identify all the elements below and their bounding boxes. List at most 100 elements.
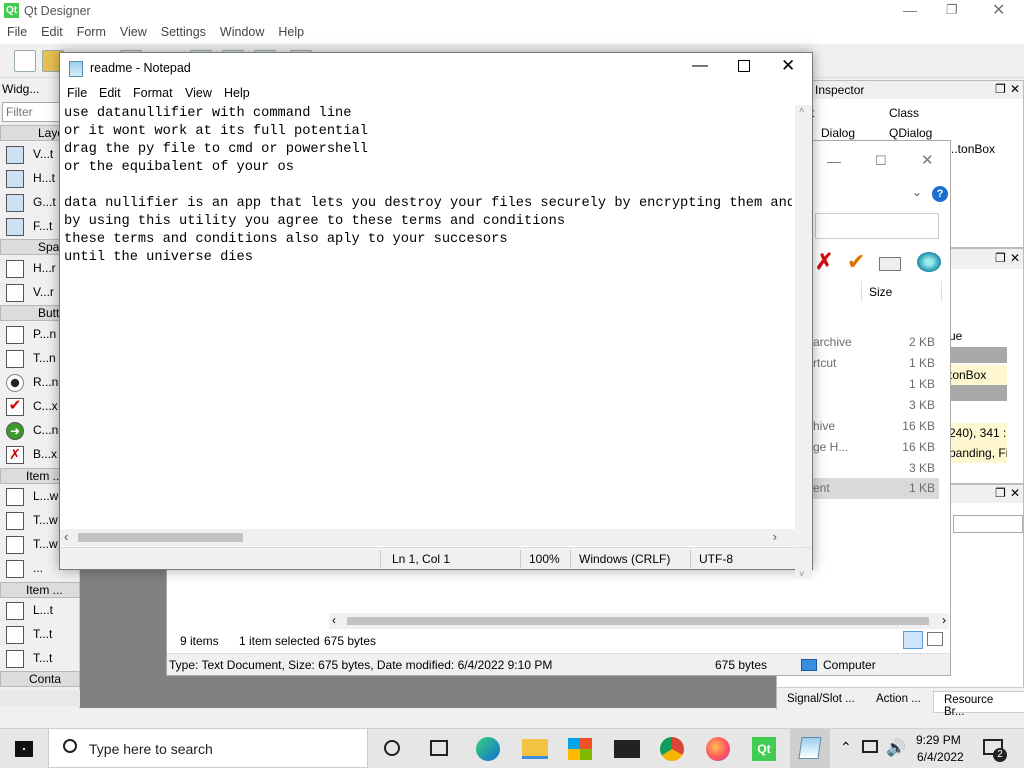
notepad-status-bar: Ln 1, Col 1 100% Windows (CRLF) UTF-8 xyxy=(60,547,812,569)
properties-globe-icon[interactable] xyxy=(917,252,941,272)
qt-menu-file[interactable]: File xyxy=(0,22,34,42)
windows-start-icon[interactable] xyxy=(15,741,33,757)
qt-maximize-button[interactable]: ❐ xyxy=(946,2,958,18)
clock-date[interactable]: 6/4/2022 xyxy=(917,750,964,764)
notepad-title: readme - Notepad xyxy=(90,61,191,75)
chrome-icon[interactable] xyxy=(660,737,684,761)
qt-close-button[interactable]: ✕ xyxy=(992,0,1005,20)
button-box-icon: ✗ xyxy=(6,446,24,464)
notepad-vertical-scrollbar[interactable]: ˄ ˅ xyxy=(795,105,812,579)
explorer-maximize-button[interactable]: ☐ xyxy=(875,153,887,169)
multitask-icon[interactable] xyxy=(430,740,448,756)
file-row-selected[interactable]: ent 1 KB xyxy=(811,478,939,499)
form-layout-icon xyxy=(6,218,24,236)
qt-menu-settings[interactable]: Settings xyxy=(154,22,213,42)
object-inspector-header: Inspector ❐ ✕ xyxy=(777,81,1023,99)
explorer-hscroll[interactable]: ‹ › xyxy=(329,613,949,629)
file-row[interactable]: hive 16 KB xyxy=(811,417,939,437)
qt-menu-bar: File Edit Form View Settings Window Help xyxy=(0,22,1024,44)
vertical-layout-icon xyxy=(6,146,24,164)
notepad-menu-bar: File Edit Format View Help xyxy=(60,83,812,105)
large-icons-view-icon[interactable] xyxy=(927,632,943,646)
tree-view-icon xyxy=(6,512,24,530)
explorer-minimize-button[interactable]: — xyxy=(827,153,841,169)
command-link-icon: ➜ xyxy=(6,422,24,440)
qt-menu-window[interactable]: Window xyxy=(213,22,271,42)
help-icon[interactable]: ? xyxy=(932,186,948,202)
close-icon[interactable]: ✕ xyxy=(1010,82,1020,96)
file-type: hive xyxy=(813,419,836,433)
category-item-widgets[interactable]: Item ... xyxy=(0,582,80,598)
file-row[interactable]: archive 2 KB xyxy=(811,333,939,353)
explorer-search-input[interactable] xyxy=(815,213,939,239)
menu-view[interactable]: View xyxy=(185,86,212,100)
float-icon[interactable]: ❐ xyxy=(995,251,1006,265)
chevron-up-icon[interactable]: ⌃ xyxy=(840,739,852,756)
qt-minimize-button[interactable]: — xyxy=(903,2,917,18)
radio-button-icon xyxy=(6,374,24,392)
qt-menu-view[interactable]: View xyxy=(113,22,154,42)
notepad-close-button[interactable]: ✕ xyxy=(781,56,795,76)
menu-edit[interactable]: Edit xyxy=(99,86,121,100)
notepad-maximize-button[interactable] xyxy=(738,60,750,72)
taskbar-search-box[interactable]: Type here to search xyxy=(48,728,368,768)
tool-button-icon xyxy=(6,350,24,368)
category-containers[interactable]: Conta xyxy=(0,671,80,687)
task-view-icon[interactable] xyxy=(384,740,400,756)
notepad-minimize-button[interactable]: — xyxy=(692,57,708,75)
property-value[interactable]: tonBox xyxy=(947,365,1007,385)
menu-format[interactable]: Format xyxy=(133,86,173,100)
checkmark-icon[interactable]: ✔ xyxy=(847,249,865,275)
qt-logo-icon: Qt xyxy=(4,3,19,18)
widget-tree-widget[interactable]: T...t xyxy=(0,623,80,647)
close-icon[interactable]: ✕ xyxy=(1010,251,1020,265)
widget-table-widget[interactable]: T...t xyxy=(0,647,80,671)
property-value[interactable]: panding, Fi xyxy=(947,443,1007,463)
qt-menu-edit[interactable]: Edit xyxy=(34,22,70,42)
details-view-icon[interactable] xyxy=(903,631,923,649)
object-row-dialog[interactable]: Dialog xyxy=(821,126,855,140)
tab-signal-slot[interactable]: Signal/Slot ... xyxy=(787,693,855,705)
widget-box-hscroll[interactable] xyxy=(0,690,80,706)
qt-menu-form[interactable]: Form xyxy=(70,22,113,42)
clock-time[interactable]: 9:29 PM xyxy=(916,733,961,747)
file-row[interactable]: ge H... 16 KB xyxy=(811,438,939,458)
explorer-close-button[interactable]: ✕ xyxy=(921,151,934,169)
widget-list-widget[interactable]: L...t xyxy=(0,599,80,623)
file-size: 2 KB xyxy=(908,335,935,349)
notepad-horizontal-scrollbar[interactable]: ‹ › xyxy=(60,529,797,546)
col-class: Class xyxy=(889,106,920,120)
column-view-icon xyxy=(6,560,24,578)
property-value[interactable]: 240), 341 : xyxy=(947,423,1007,443)
tab-resource-browser[interactable]: Resource Br... xyxy=(933,691,1024,718)
selected-size: 675 bytes xyxy=(324,634,377,648)
size-column-header[interactable]: Size xyxy=(869,285,892,299)
volume-icon[interactable]: 🔊 xyxy=(886,738,906,758)
float-icon[interactable]: ❐ xyxy=(995,486,1006,500)
store-icon[interactable] xyxy=(568,738,592,760)
notepad-text-area[interactable]: use datanullifier with command line or i… xyxy=(64,105,792,579)
file-row[interactable]: 3 KB xyxy=(811,459,939,479)
float-icon[interactable]: ❐ xyxy=(995,82,1006,96)
qt-designer-taskbar-icon[interactable]: Qt xyxy=(752,737,776,761)
explorer-details-bar: Type: Text Document, Size: 675 bytes, Da… xyxy=(167,653,950,675)
network-icon[interactable] xyxy=(862,740,878,753)
file-size: 1 KB xyxy=(908,356,935,370)
file-row[interactable]: 3 KB xyxy=(811,396,939,416)
horizontal-layout-icon xyxy=(6,170,24,188)
close-icon[interactable]: ✕ xyxy=(1010,486,1020,500)
edge-icon[interactable] xyxy=(476,737,500,761)
file-explorer-icon[interactable] xyxy=(522,739,548,759)
tab-action[interactable]: Action ... xyxy=(876,693,921,705)
file-row[interactable]: 1 KB xyxy=(811,375,939,395)
qt-menu-help[interactable]: Help xyxy=(271,22,311,42)
new-form-icon[interactable] xyxy=(14,50,36,72)
firefox-icon[interactable] xyxy=(706,737,730,761)
delete-icon[interactable]: ✗ xyxy=(815,249,833,275)
mail-icon[interactable] xyxy=(614,740,640,758)
menu-help[interactable]: Help xyxy=(224,86,250,100)
expand-ribbon-icon[interactable]: ⌄ xyxy=(912,185,922,199)
rename-icon[interactable] xyxy=(879,257,901,271)
menu-file[interactable]: File xyxy=(67,86,87,100)
file-row[interactable]: rtcut 1 KB xyxy=(811,354,939,374)
